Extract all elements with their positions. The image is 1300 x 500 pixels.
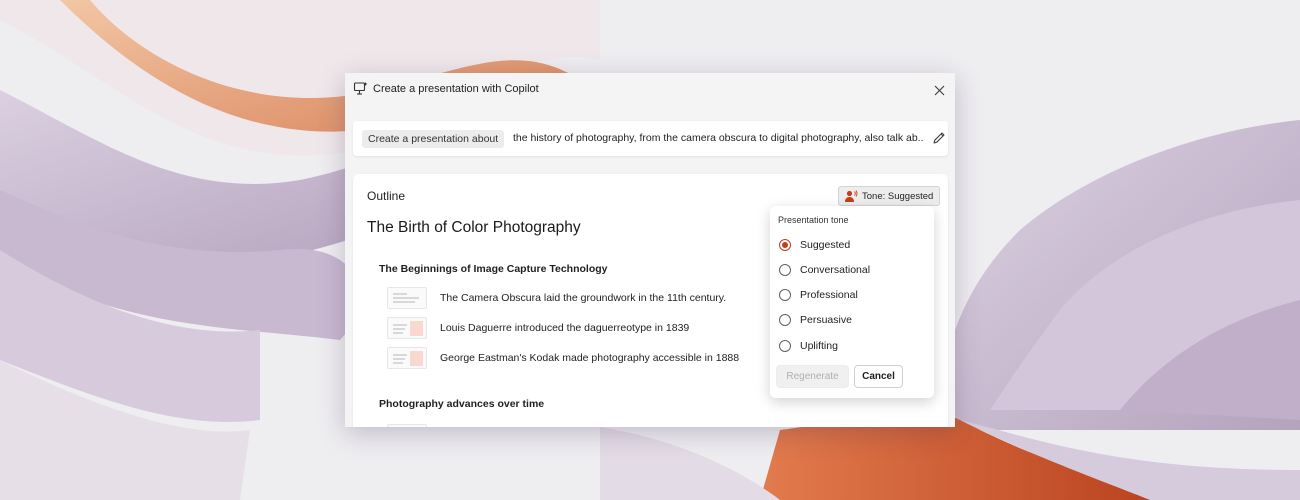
tone-button[interactable]: Tone: Suggested — [838, 186, 941, 206]
radio-unchecked[interactable] — [779, 314, 791, 326]
outline-item-text: George Eastman's Kodak made photography … — [440, 352, 740, 364]
prompt-bar[interactable]: Create a presentation about the history … — [353, 121, 948, 156]
tone-option-label: Suggested — [800, 239, 851, 251]
tone-option-label: Professional — [800, 289, 858, 301]
outline-item-text: The Camera Obscura laid the groundwork i… — [440, 292, 727, 304]
slide-thumbnail — [387, 317, 427, 339]
tone-option-uplifting[interactable]: Uplifting — [779, 338, 838, 354]
tone-person-icon — [845, 190, 858, 202]
tone-option-persuasive[interactable]: Persuasive — [779, 312, 852, 328]
cancel-button[interactable]: Cancel — [854, 365, 903, 388]
section-heading: Photography advances over time — [379, 398, 545, 410]
tone-option-professional[interactable]: Professional — [779, 287, 858, 303]
prompt-prefix-chip: Create a presentation about — [362, 130, 505, 148]
outline-item-text: Louis Daguerre introduced the daguerreot… — [440, 322, 690, 334]
slide-thumbnail — [387, 347, 427, 369]
tone-button-label: Tone: Suggested — [862, 190, 934, 202]
outline-item[interactable]: George Eastman's Kodak made photography … — [387, 347, 767, 369]
tone-option-conversational[interactable]: Conversational — [779, 262, 870, 278]
close-icon — [934, 85, 944, 95]
section-heading: The Beginnings of Image Capture Technolo… — [379, 263, 608, 275]
radio-unchecked[interactable] — [779, 340, 791, 352]
tone-option-label: Conversational — [800, 264, 871, 276]
tone-option-label: Persuasive — [800, 314, 852, 326]
dialog-title: Create a presentation with Copilot — [373, 83, 539, 95]
tone-popup: Presentation tone Suggested Conversation… — [770, 206, 934, 398]
outline-label: Outline — [367, 189, 406, 203]
slide-title: The Birth of Color Photography — [367, 219, 581, 236]
dialog-titlebar: Create a presentation with Copilot — [345, 73, 955, 107]
prompt-text[interactable]: the history of photography, from the cam… — [513, 132, 923, 144]
regenerate-button[interactable]: Regenerate — [776, 365, 849, 388]
tone-popup-label: Presentation tone — [778, 215, 849, 225]
radio-unchecked[interactable] — [779, 264, 791, 276]
outline-item[interactable]: Louis Daguerre introduced the daguerreot… — [387, 317, 767, 339]
close-button[interactable] — [929, 80, 949, 100]
slide-thumbnail — [387, 424, 427, 427]
radio-checked[interactable] — [779, 239, 791, 251]
outline-item[interactable]: The Camera Obscura laid the groundwork i… — [387, 287, 767, 309]
pencil-icon[interactable] — [931, 130, 947, 146]
tone-option-suggested[interactable]: Suggested — [779, 237, 850, 253]
tone-option-label: Uplifting — [800, 340, 838, 352]
radio-unchecked[interactable] — [779, 289, 791, 301]
presentation-copilot-icon — [353, 82, 368, 95]
outline-item[interactable] — [387, 424, 767, 427]
slide-thumbnail — [387, 287, 427, 309]
